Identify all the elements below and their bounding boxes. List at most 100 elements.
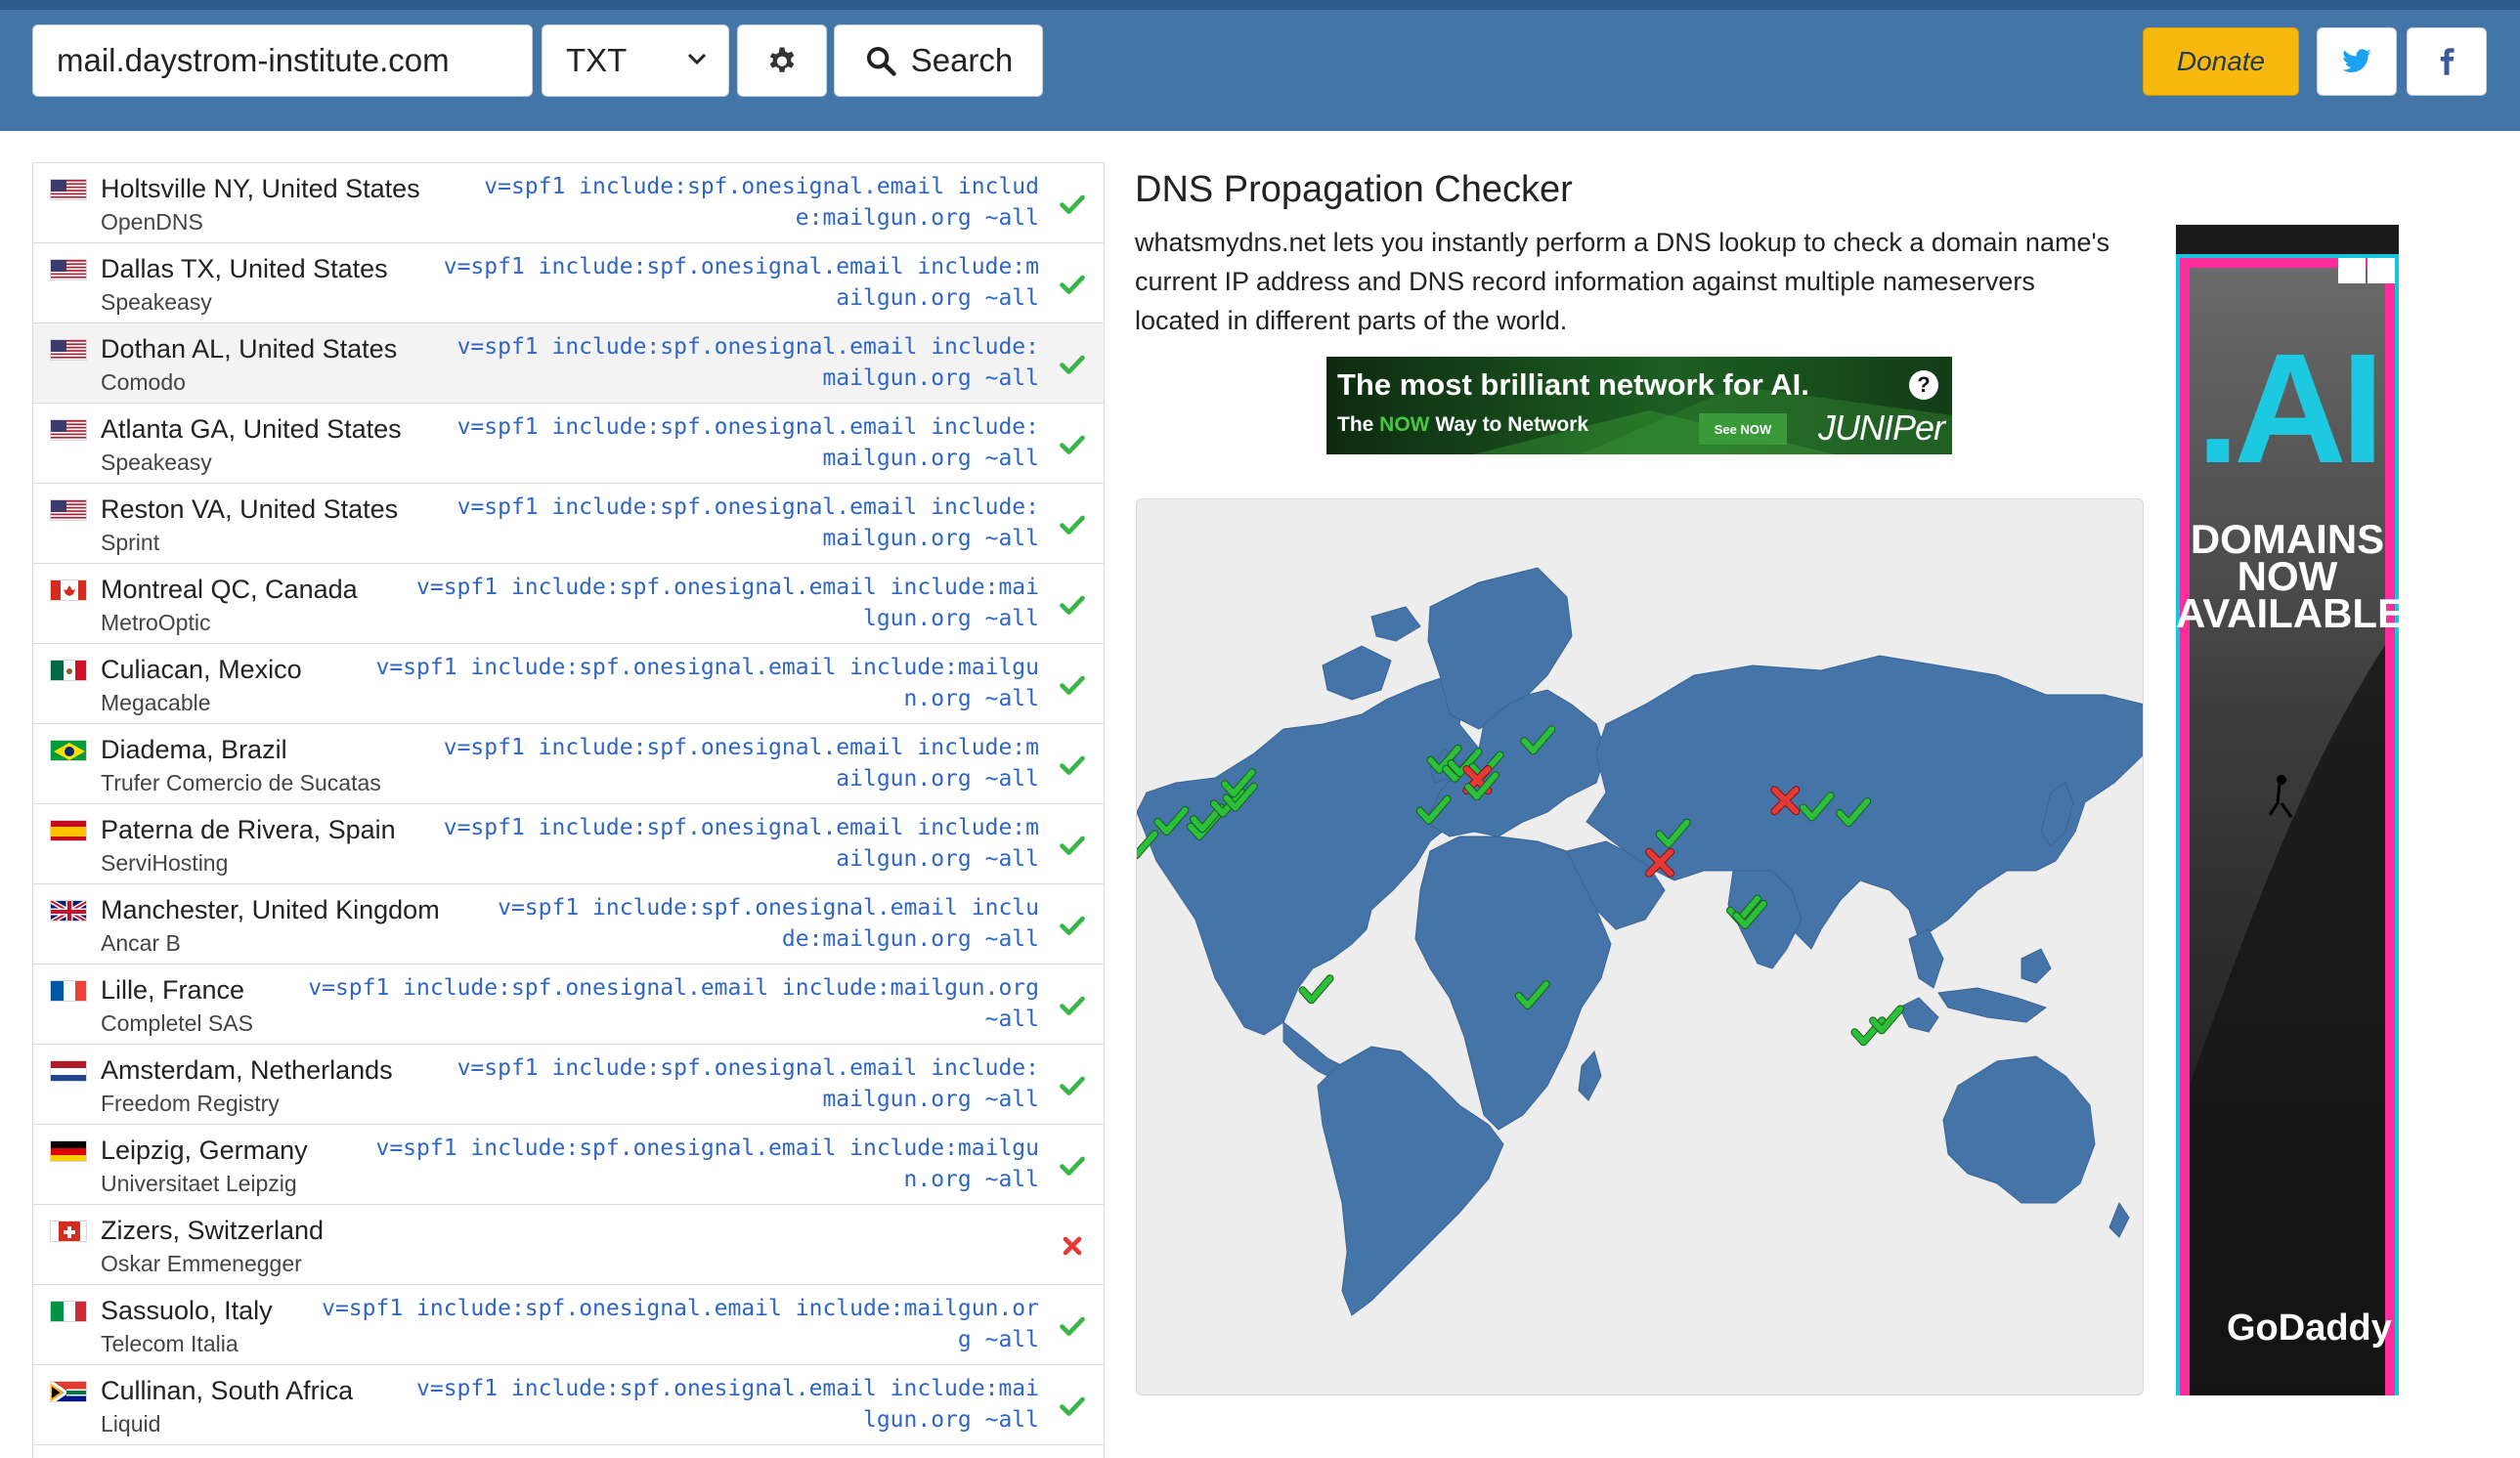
- chevron-down-icon: [687, 53, 707, 65]
- continents: [1137, 567, 2143, 1316]
- godaddy-logo: GoDaddy: [2227, 1308, 2392, 1349]
- result-provider: MetroOptic: [101, 610, 211, 635]
- madagascar: [1578, 1050, 1602, 1101]
- result-value: v=spf1 include:spf.onesignal.email inclu…: [456, 1055, 1039, 1112]
- result-value: v=spf1 include:spf.onesignal.email inclu…: [416, 575, 1039, 631]
- domain-input[interactable]: mail.daystrom-institute.com: [32, 24, 533, 97]
- side-ad-line3: AVAILABLE.: [2176, 590, 2399, 636]
- search-label: Search: [910, 42, 1014, 78]
- result-row[interactable]: Reston VA, United States Sprint v=spf1 inc…: [33, 484, 1104, 564]
- banner-sub-now: NOW: [1379, 413, 1430, 436]
- results-list: Holtsville NY, United States OpenDNS v=spf…: [32, 162, 1105, 1458]
- flag-icon-za: [50, 1381, 87, 1402]
- flag-icon-de: [50, 1140, 87, 1162]
- result-provider: Completel SAS: [101, 1010, 253, 1036]
- result-value: v=spf1 include:spf.onesignal.email inclu…: [456, 494, 1039, 551]
- result-location: Paterna de Rivera, Spain: [101, 815, 396, 844]
- search-button[interactable]: Search: [834, 24, 1043, 97]
- result-row-partial[interactable]: [33, 1445, 1104, 1458]
- banner-ad[interactable]: The most brilliant network for AI. The N…: [1326, 357, 1952, 454]
- result-provider: Universitaet Leipzig: [101, 1171, 297, 1196]
- result-row[interactable]: Amsterdam, Netherlands Freedom Registry v=…: [33, 1045, 1104, 1125]
- result-row[interactable]: Lille, France Completel SAS v=spf1 include…: [33, 965, 1104, 1045]
- flag-icon-us: [50, 259, 87, 280]
- flag-icon-fr: [50, 980, 87, 1002]
- result-row[interactable]: Dothan AL, United States Comodo v=spf1 inc…: [33, 323, 1104, 404]
- facebook-share-button[interactable]: [2407, 27, 2487, 96]
- ad-info-icon[interactable]: ?: [1909, 370, 1938, 400]
- check-icon: [1059, 751, 1086, 779]
- result-provider: Liquid: [101, 1411, 161, 1437]
- check-icon: [1059, 671, 1086, 699]
- check-icon: [1059, 591, 1086, 619]
- result-provider: Sprint: [101, 530, 160, 555]
- australia: [1942, 1055, 2096, 1204]
- result-row[interactable]: Sassuolo, Italy Telecom Italia v=spf1 incl…: [33, 1285, 1104, 1365]
- result-location: Montreal QC, Canada: [101, 575, 358, 604]
- flag-icon-us: [50, 419, 87, 441]
- check-icon: [1059, 992, 1086, 1019]
- result-location: Reston VA, United States: [101, 494, 399, 524]
- flag-icon-ch: [50, 1221, 87, 1242]
- result-provider: Speakeasy: [101, 450, 212, 475]
- result-row[interactable]: Culiacan, Mexico Megacable v=spf1 include:…: [33, 644, 1104, 724]
- result-value: v=spf1 include:spf.onesignal.email inclu…: [443, 815, 1039, 872]
- result-value: v=spf1 include:spf.onesignal.email inclu…: [375, 1136, 1039, 1192]
- result-row[interactable]: Paterna de Rivera, Spain ServiHosting v=sp…: [33, 804, 1104, 884]
- banner-subline: The NOW Way to Network: [1337, 413, 1588, 437]
- record-type-select[interactable]: TXT: [542, 24, 729, 97]
- result-row[interactable]: Manchester, United Kingdom Ancar B v=spf1 …: [33, 884, 1104, 965]
- map-marker-ok[interactable]: [1298, 974, 1334, 1005]
- result-location: Holtsville NY, United States: [101, 174, 420, 203]
- result-row[interactable]: Holtsville NY, United States OpenDNS v=spf…: [33, 163, 1104, 243]
- result-row[interactable]: Cullinan, South Africa Liquid v=spf1 inclu…: [33, 1365, 1104, 1445]
- result-value: v=spf1 include:spf.onesignal.email inclu…: [443, 735, 1039, 792]
- result-value: v=spf1 include:spf.onesignal.email inclu…: [456, 334, 1039, 391]
- result-location: Amsterdam, Netherlands: [101, 1055, 393, 1085]
- result-location: Diadema, Brazil: [101, 735, 287, 764]
- juniper-logo: JUNIPer: [1818, 407, 1945, 448]
- facebook-icon: [2440, 48, 2455, 75]
- world-map: [1136, 498, 2144, 1395]
- check-icon: [1059, 351, 1086, 378]
- result-value: v=spf1 include:spf.onesignal.email inclu…: [308, 975, 1039, 1032]
- twitter-icon: [2342, 49, 2371, 73]
- flag-icon-gb: [50, 900, 87, 922]
- check-icon: [1059, 1152, 1086, 1179]
- south-america: [1317, 1046, 1504, 1316]
- check-icon: [1059, 1312, 1086, 1340]
- side-ad[interactable]: .AI DOMAINS NOW AVAILABLE. GoDaddy: [2176, 225, 2399, 1395]
- result-row[interactable]: Diadema, Brazil Trufer Comercio de Sucata…: [33, 724, 1104, 804]
- result-provider: Trufer Comercio de Sucatas: [101, 770, 381, 795]
- result-location: Leipzig, Germany: [101, 1136, 308, 1165]
- banner-cta-button[interactable]: See NOW: [1699, 413, 1787, 445]
- check-icon: [1059, 431, 1086, 458]
- map-marker-ok[interactable]: [1869, 1005, 1905, 1035]
- flag-icon-us: [50, 499, 87, 521]
- result-provider: Megacable: [101, 690, 211, 715]
- result-provider: Freedom Registry: [101, 1091, 280, 1116]
- result-row[interactable]: Zizers, Switzerland Oskar Emmenegger: [33, 1205, 1104, 1285]
- check-icon: [1059, 1072, 1086, 1099]
- check-icon: [1059, 511, 1086, 538]
- result-location: Atlanta GA, United States: [101, 414, 402, 444]
- banner-headline: The most brilliant network for AI.: [1337, 367, 1809, 402]
- banner-sub-post: Way to Network: [1429, 413, 1589, 436]
- flag-icon-br: [50, 740, 87, 761]
- result-row[interactable]: Atlanta GA, United States Speakeasy v=spf1…: [33, 404, 1104, 484]
- world-map-svg: [1137, 567, 2143, 1316]
- record-type-value: TXT: [566, 42, 628, 78]
- gear-icon: [769, 47, 795, 72]
- result-row[interactable]: Montreal QC, Canada MetroOptic v=spf1 incl…: [33, 564, 1104, 644]
- check-icon: [1059, 191, 1086, 218]
- donate-button[interactable]: Donate: [2143, 27, 2299, 96]
- check-icon: [1059, 912, 1086, 939]
- banner-sub-pre: The: [1337, 413, 1380, 436]
- result-row[interactable]: Leipzig, Germany Universitaet Leipzig v=sp…: [33, 1125, 1104, 1205]
- twitter-share-button[interactable]: [2317, 27, 2397, 96]
- flag-icon-it: [50, 1301, 87, 1322]
- check-icon: [1059, 271, 1086, 298]
- result-provider: Telecom Italia: [101, 1331, 239, 1356]
- result-row[interactable]: Dallas TX, United States Speakeasy v=spf1 …: [33, 243, 1104, 323]
- settings-button[interactable]: [737, 24, 827, 97]
